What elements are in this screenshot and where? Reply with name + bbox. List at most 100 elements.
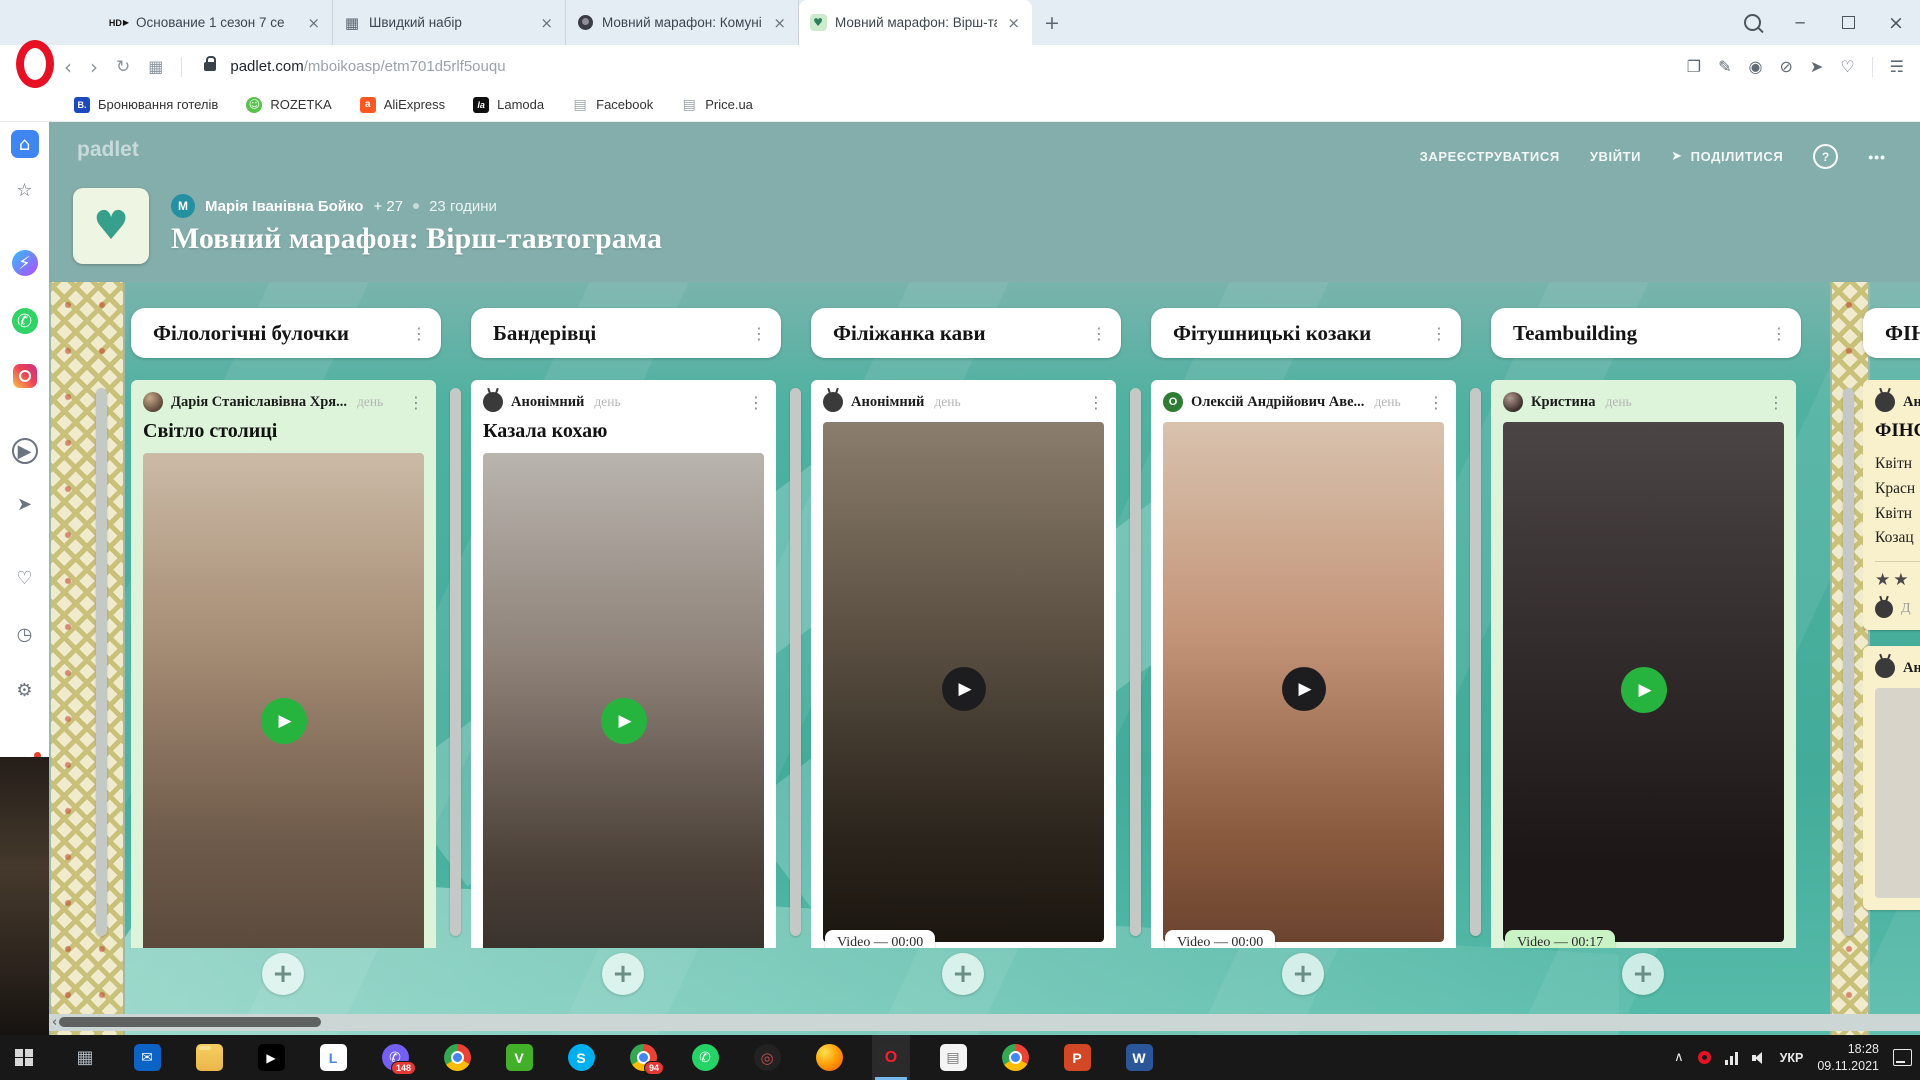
- add-post-button[interactable]: +: [942, 953, 984, 995]
- taskbar-powerpoint[interactable]: P: [1058, 1035, 1096, 1080]
- tab-video[interactable]: HD▶ Основание 1 сезон 7 се ×: [100, 0, 333, 45]
- bookmark-priceua[interactable]: ▤Price.ua: [681, 97, 753, 113]
- column-header[interactable]: Teambuilding ⋮: [1491, 308, 1801, 358]
- easy-setup-icon[interactable]: ☴: [1890, 57, 1904, 76]
- taskbar-dark-browser[interactable]: ◎: [748, 1035, 786, 1080]
- taskbar-chrome-profile[interactable]: 94: [624, 1035, 662, 1080]
- column-menu-icon[interactable]: ⋮: [1091, 324, 1107, 343]
- flow-send-icon[interactable]: ➤: [0, 494, 49, 515]
- post-menu-icon[interactable]: ⋮: [1428, 393, 1444, 412]
- add-post-button[interactable]: +: [1282, 953, 1324, 995]
- add-post-button[interactable]: +: [1622, 953, 1664, 995]
- taskbar-document[interactable]: ▤: [934, 1035, 972, 1080]
- opera-menu-button[interactable]: [16, 40, 54, 88]
- post-card[interactable]: Ан: [1863, 646, 1920, 910]
- column-header[interactable]: Бандерівці ⋮: [471, 308, 781, 358]
- lock-icon[interactable]: [204, 62, 216, 71]
- bookmark-heart-icon[interactable]: ♡: [1840, 57, 1854, 76]
- bookmark-aliexpress[interactable]: aAliExpress: [360, 97, 445, 113]
- column-scrollbar[interactable]: [450, 388, 461, 936]
- column-scrollbar[interactable]: [96, 388, 107, 936]
- video-thumbnail[interactable]: ▶: [143, 453, 424, 948]
- close-tab-icon[interactable]: ×: [538, 14, 555, 32]
- more-options-button[interactable]: •••: [1868, 149, 1886, 165]
- taskbar-mail[interactable]: ✉: [128, 1035, 166, 1080]
- column-menu-icon[interactable]: ⋮: [1771, 324, 1787, 343]
- snapshot-icon[interactable]: ◉: [1749, 57, 1763, 76]
- taskbar-file-explorer[interactable]: [190, 1035, 228, 1080]
- column-header[interactable]: Філологічні булочки ⋮: [131, 308, 441, 358]
- play-button[interactable]: ▶: [1621, 667, 1667, 713]
- new-tab-button[interactable]: +: [1032, 0, 1072, 45]
- taskbar-browser-app[interactable]: [996, 1035, 1034, 1080]
- reload-icon[interactable]: ↻: [116, 57, 130, 77]
- post-menu-icon[interactable]: ⋮: [408, 393, 424, 412]
- start-button[interactable]: [0, 1035, 48, 1080]
- network-icon[interactable]: [1725, 1051, 1738, 1065]
- messenger-icon[interactable]: ⚡: [0, 250, 49, 276]
- column-menu-icon[interactable]: ⋮: [751, 324, 767, 343]
- post-card[interactable]: Дарія Станіславівна Хря... день ⋮ Світло…: [131, 380, 436, 948]
- scroll-left-icon[interactable]: ‹: [52, 1015, 57, 1030]
- video-thumbnail[interactable]: ▶: [1163, 422, 1444, 942]
- column-scrollbar[interactable]: [1130, 388, 1141, 936]
- padlet-logo[interactable]: padlet: [77, 138, 139, 162]
- video-thumbnail[interactable]: ▶: [483, 453, 764, 948]
- speed-dial-home-icon[interactable]: ⌂: [0, 130, 49, 158]
- taskbar-app-window[interactable]: ▦: [66, 1035, 104, 1080]
- taskbar-opera-active[interactable]: O: [872, 1035, 910, 1080]
- play-button[interactable]: ▶: [601, 698, 647, 744]
- play-button[interactable]: ▶: [1282, 667, 1326, 711]
- taskbar-skype[interactable]: S: [562, 1035, 600, 1080]
- volume-icon[interactable]: [1752, 1051, 1766, 1065]
- flow-icon[interactable]: ➤: [1810, 57, 1823, 76]
- register-button[interactable]: ЗАРЕЄСТРУВАТИСЯ: [1420, 149, 1560, 164]
- scrollbar-thumb[interactable]: [59, 1017, 321, 1027]
- tab-speed-dial[interactable]: ▦ Швидкий набір ×: [333, 0, 566, 45]
- bookmark-facebook[interactable]: ▤Facebook: [572, 97, 653, 113]
- language-indicator[interactable]: УКР: [1780, 1051, 1804, 1065]
- taskbar-lightshot[interactable]: L: [314, 1035, 352, 1080]
- rating-stars[interactable]: ★★: [1875, 570, 1920, 590]
- whatsapp-icon[interactable]: ✆: [0, 308, 49, 334]
- clock[interactable]: 18:28 09.11.2021: [1817, 1041, 1879, 1074]
- close-tab-icon[interactable]: ×: [1005, 14, 1022, 32]
- back-icon[interactable]: ‹: [64, 55, 72, 79]
- column-menu-icon[interactable]: ⋮: [1431, 324, 1447, 343]
- tab-padlet-komuni[interactable]: Мовний марафон: Комуні ×: [566, 0, 799, 45]
- url-field[interactable]: padlet.com/mboikoasp/etm701d5rlf5ouqu: [230, 58, 505, 75]
- post-card[interactable]: Анонімний день ⋮ ▶: [811, 380, 1116, 948]
- board-avatar[interactable]: ♥: [73, 188, 149, 264]
- post-menu-icon[interactable]: ⋮: [748, 393, 764, 412]
- post-card[interactable]: O Олексій Андрійович Аве... день ⋮ ▶: [1151, 380, 1456, 948]
- bookmark-booking[interactable]: B.Бронювання готелів: [74, 97, 218, 113]
- taskbar-green-app[interactable]: V: [500, 1035, 538, 1080]
- close-window-button[interactable]: ×: [1872, 0, 1920, 45]
- attachment-image[interactable]: [1875, 688, 1920, 898]
- search-icon[interactable]: [1728, 0, 1776, 45]
- history-icon[interactable]: ◷: [0, 624, 49, 645]
- taskbar-word[interactable]: W: [1120, 1035, 1158, 1080]
- forward-icon[interactable]: ›: [90, 55, 98, 79]
- taskbar-viber[interactable]: ✆148: [376, 1035, 414, 1080]
- tray-opera-icon[interactable]: [1698, 1051, 1711, 1064]
- column-header[interactable]: Філіжанка кави ⋮: [811, 308, 1121, 358]
- column-scrollbar[interactable]: [1470, 388, 1481, 936]
- favorites-heart-icon[interactable]: ♡: [0, 568, 49, 589]
- speed-dial-icon[interactable]: ▦: [148, 57, 163, 76]
- column-scrollbar[interactable]: [1843, 388, 1854, 936]
- author-avatar[interactable]: M: [171, 194, 195, 218]
- bookmarks-star-icon[interactable]: ☆: [0, 180, 49, 201]
- close-tab-icon[interactable]: ×: [771, 14, 788, 32]
- taskbar-media-player[interactable]: ▶: [252, 1035, 290, 1080]
- instagram-icon[interactable]: [0, 364, 49, 388]
- column-menu-icon[interactable]: ⋮: [411, 324, 427, 343]
- tab-padlet-virsh[interactable]: ♥ Мовний марафон: Вірш-та ×: [799, 0, 1032, 45]
- post-card[interactable]: Ан ФІНС Квітн Красн Квітн Козац ★★ Д: [1863, 380, 1920, 630]
- adblock-shield-icon[interactable]: ⊘: [1780, 57, 1793, 76]
- post-card[interactable]: Кристина день ⋮ ▶: [1491, 380, 1796, 948]
- bookmark-lamoda[interactable]: laLamoda: [473, 97, 544, 113]
- taskbar-firefox[interactable]: [810, 1035, 848, 1080]
- column-scrollbar[interactable]: [790, 388, 801, 936]
- close-tab-icon[interactable]: ×: [305, 14, 322, 32]
